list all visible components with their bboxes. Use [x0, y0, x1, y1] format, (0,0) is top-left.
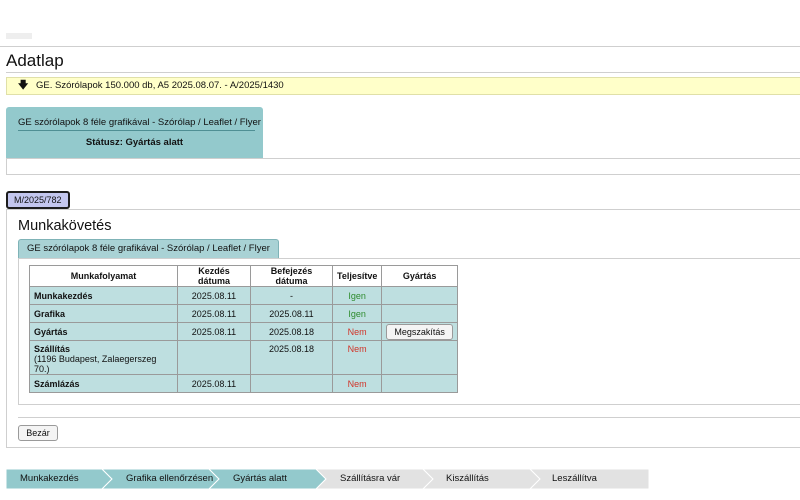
table-row: Szállítás (1196 Budapest, Zalaegerszeg 7… [29, 340, 458, 375]
production-action [381, 286, 458, 305]
column-header-process: Munkafolyamat [29, 265, 178, 287]
step-delivered: Leszállítva [552, 473, 597, 484]
done-status: Nem [331, 374, 383, 393]
done-status: Igen [331, 304, 383, 323]
column-header-start: Kezdés dátuma [177, 265, 251, 287]
end-date: 2025.08.18 [250, 322, 333, 341]
process-name: Számlázás [29, 374, 178, 393]
end-date [250, 374, 333, 393]
job-card-panel [6, 158, 800, 175]
top-bar-placeholder [6, 33, 32, 39]
job-card-name: GE szórólapok 8 féle grafikával - Szóról… [18, 117, 261, 128]
abort-production-button[interactable]: Megszakítás [386, 323, 453, 340]
section-title: Munkakövetés [18, 218, 112, 234]
done-status: Nem [331, 340, 383, 375]
step-in-production: Gyártás alatt [233, 473, 287, 484]
done-status: Nem [331, 322, 383, 341]
start-date: 2025.08.11 [177, 286, 251, 305]
order-notice-text: GE. Szórólapok 150.000 db, A5 2025.08.07… [36, 80, 284, 91]
table-header-row: Munkafolyamat Kezdés dátuma Befejezés dá… [29, 265, 458, 287]
start-date [177, 340, 251, 375]
column-header-production: Gyártás [381, 265, 458, 287]
production-action: Megszakítás [381, 322, 458, 341]
table-row: Gyártás 2025.08.11 2025.08.18 Nem Megsza… [29, 322, 458, 341]
status-stepper: Munkakezdés Grafika ellenőrzésen Gyártás… [6, 469, 649, 489]
step-awaiting-shipping: Szállításra vár [340, 473, 401, 484]
page-title: Adatlap [6, 51, 64, 70]
step-graphics-review: Grafika ellenőrzésen [126, 473, 214, 484]
job-card[interactable]: GE szórólapok 8 féle grafikával - Szóról… [6, 107, 263, 159]
shipping-address: (1196 Budapest, Zalaegerszeg 70.) [34, 354, 157, 374]
process-name-text: Szállítás [34, 344, 71, 354]
done-status: Igen [331, 286, 383, 305]
bottom-divider [18, 417, 800, 418]
job-sub-tab[interactable]: GE szórólapok 8 féle grafikával - Szóról… [18, 239, 279, 258]
production-action [381, 374, 458, 393]
work-tracking-table: Munkafolyamat Kezdés dátuma Befejezés dá… [29, 265, 458, 393]
job-card-status: Státusz: Gyártás alatt [85, 137, 184, 148]
production-action [381, 340, 458, 375]
title-divider [6, 72, 800, 73]
order-tab[interactable]: M/2025/782 [6, 191, 70, 209]
process-name: Szállítás (1196 Budapest, Zalaegerszeg 7… [29, 340, 178, 375]
end-date: - [250, 286, 333, 305]
column-header-done: Teljesítve [331, 265, 383, 287]
order-notice-bar[interactable]: 🡇 GE. Szórólapok 150.000 db, A5 2025.08.0… [6, 77, 800, 95]
start-date: 2025.08.11 [177, 304, 251, 323]
production-action [381, 304, 458, 323]
process-name: Grafika [29, 304, 178, 323]
close-button[interactable]: Bezár [18, 425, 58, 441]
table-row: Számlázás 2025.08.11 Nem [29, 374, 458, 393]
step-delivery: Kiszállítás [446, 473, 489, 484]
start-date: 2025.08.11 [177, 322, 251, 341]
arrow-down-icon: 🡇 [18, 80, 29, 91]
table-row: Grafika 2025.08.11 2025.08.11 Igen [29, 304, 458, 323]
end-date: 2025.08.18 [250, 340, 333, 375]
top-bar [0, 0, 800, 47]
end-date: 2025.08.11 [250, 304, 333, 323]
column-header-end: Befejezés dátuma [250, 265, 333, 287]
process-name: Munkakezdés [29, 286, 178, 305]
step-work-start: Munkakezdés [20, 473, 79, 484]
job-card-divider [18, 130, 255, 131]
table-row: Munkakezdés 2025.08.11 - Igen [29, 286, 458, 305]
process-name: Gyártás [29, 322, 178, 341]
start-date: 2025.08.11 [177, 374, 251, 393]
